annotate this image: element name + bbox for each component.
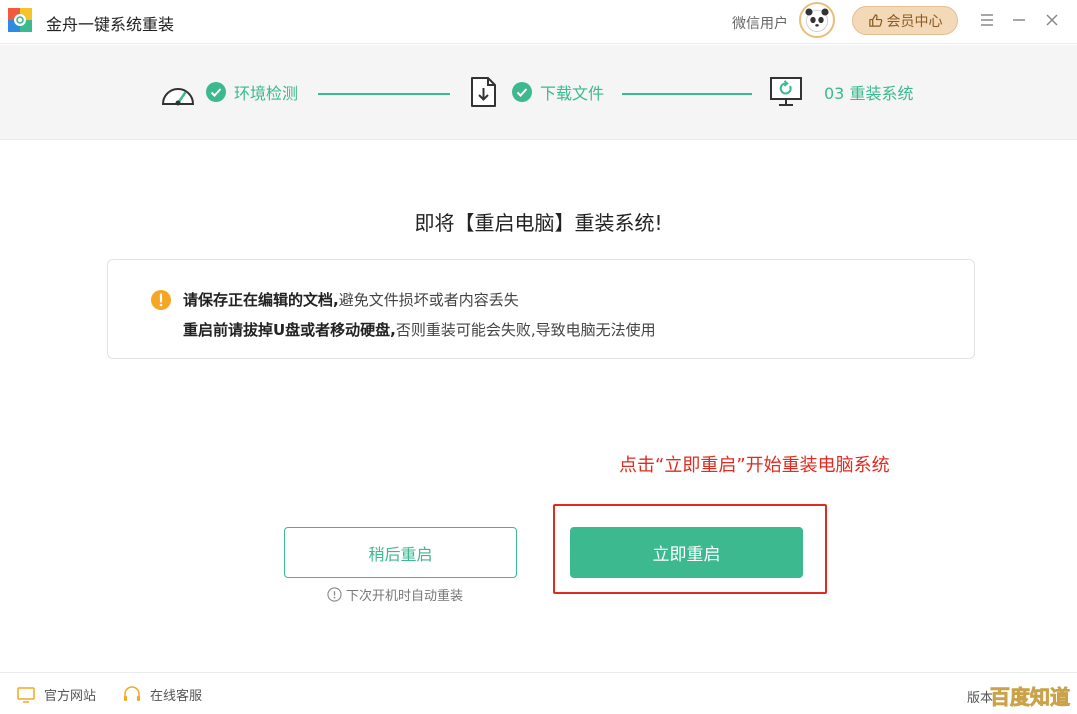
step-label: 03 重装系统 — [824, 84, 914, 103]
headset-icon — [124, 685, 140, 701]
panda-avatar-icon — [805, 8, 829, 32]
monitor-restart-icon — [770, 77, 802, 106]
official-website-label: 官方网站 — [44, 689, 97, 704]
vip-center-button[interactable]: 会员中心 — [852, 6, 958, 35]
notice-bold-text: 重启前请拔掉U盘或者移动硬盘, — [183, 321, 396, 339]
monitor-icon — [17, 686, 35, 703]
notice-bold-text: 请保存正在编辑的文档, — [183, 291, 339, 309]
annotation-text: 点击“立即重启”开始重装电脑系统 — [619, 455, 890, 476]
step-connector — [318, 93, 450, 95]
notice-text: 避免文件损坏或者内容丢失 — [338, 291, 519, 309]
step-reinstall-system: 03 重装系统 — [768, 76, 913, 108]
title-bar: 金舟一键系统重装 微信用户 会员中心 — [0, 0, 1077, 44]
restart-later-hint: 下次开机时自动重装 — [327, 585, 463, 604]
download-file-icon — [471, 77, 496, 107]
avatar[interactable] — [799, 2, 835, 38]
step-label: 环境检测 — [234, 84, 299, 103]
watermark: 百度知道 — [990, 685, 1071, 710]
progress-steps: 环境检测 下载文件 03 重装系统 — [0, 45, 1077, 140]
step-download-files: 下载文件 — [466, 76, 604, 108]
warning-notice: 请保存正在编辑的文档,避免文件损坏或者内容丢失 重启前请拔掉U盘或者移动硬盘,否… — [107, 259, 975, 359]
step-label: 下载文件 — [540, 84, 605, 103]
warning-icon — [151, 290, 171, 310]
official-website-link[interactable]: 官方网站 — [16, 685, 96, 704]
online-service-link[interactable]: 在线客服 — [122, 685, 202, 704]
watermark-text: 百度知道 — [990, 685, 1070, 709]
info-icon — [327, 587, 342, 602]
footer: 官方网站 在线客服 版本 — [0, 672, 1077, 714]
step-environment-check: 环境检测 — [160, 76, 298, 108]
page-title: 即将【重启电脑】重装系统! — [414, 211, 663, 235]
notice-text: 否则重装可能会失败,导致电脑无法使用 — [395, 321, 656, 339]
app-logo-icon — [8, 8, 32, 32]
step-connector — [622, 93, 752, 95]
speedometer-icon — [161, 88, 195, 106]
menu-icon[interactable] — [976, 9, 998, 31]
online-service-label: 在线客服 — [150, 689, 203, 704]
check-circle-icon — [206, 82, 226, 102]
close-icon[interactable] — [1041, 9, 1063, 31]
notice-line-usb: 重启前请拔掉U盘或者移动硬盘,否则重装可能会失败,导致电脑无法使用 — [183, 319, 656, 340]
vip-center-label: 会员中心 — [886, 13, 943, 30]
thumbs-up-icon — [868, 14, 882, 27]
check-circle-icon — [512, 82, 532, 102]
app-title: 金舟一键系统重装 — [46, 15, 175, 34]
restart-now-button[interactable]: 立即重启 — [570, 527, 803, 578]
app-window: 金舟一键系统重装 微信用户 会员中心 环境检测 下载文件 03 重装系统 即将【… — [0, 0, 1077, 714]
notice-line-save: 请保存正在编辑的文档,避免文件损坏或者内容丢失 — [183, 289, 519, 310]
restart-later-button[interactable]: 稍后重启 — [284, 527, 517, 578]
user-name[interactable]: 微信用户 — [732, 13, 788, 33]
minimize-icon[interactable] — [1008, 9, 1030, 31]
restart-later-hint-text: 下次开机时自动重装 — [346, 589, 464, 604]
